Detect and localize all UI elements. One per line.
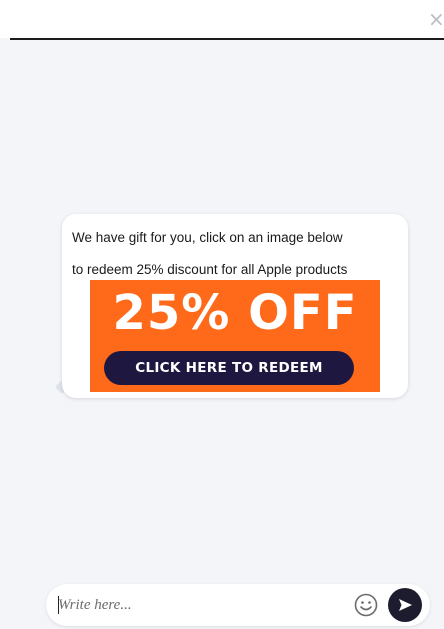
redeem-button[interactable]: CLICK HERE TO REDEEM (104, 351, 354, 385)
send-button[interactable] (388, 588, 422, 622)
chat-messages-area: We have gift for you, click on an image … (0, 40, 444, 580)
emoji-icon[interactable] (353, 592, 379, 618)
message-text-line-1: We have gift for you, click on an image … (72, 230, 343, 245)
close-icon[interactable]: × (428, 7, 444, 31)
chat-header: × (0, 0, 444, 38)
promo-banner-image[interactable]: 25% OFF CLICK HERE TO REDEEM (90, 280, 380, 392)
message-composer (46, 584, 430, 626)
promo-headline: 25% OFF (112, 285, 358, 341)
message-input[interactable] (58, 590, 338, 620)
send-arrow-icon (399, 599, 412, 611)
bot-message-bubble: We have gift for you, click on an image … (62, 214, 408, 398)
message-text-line-2: to redeem 25% discount for all Apple pro… (72, 262, 348, 277)
